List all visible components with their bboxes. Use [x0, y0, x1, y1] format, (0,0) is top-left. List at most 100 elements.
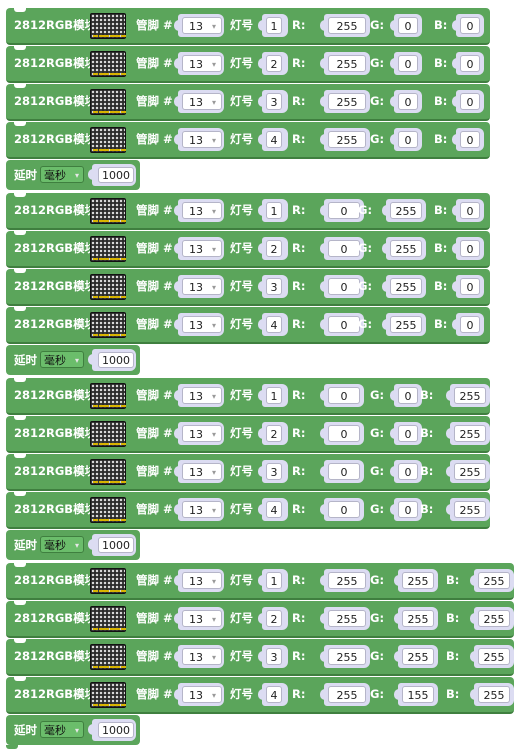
r-field[interactable]: 255	[328, 572, 366, 589]
r-field[interactable]: 0	[328, 202, 360, 219]
r-field[interactable]: 255	[328, 686, 366, 703]
g-field[interactable]: 0	[398, 425, 418, 442]
r-field[interactable]: 0	[328, 425, 360, 442]
rgb-module-block[interactable]: 2812RGB模块 管脚 # 13 ▾ 灯号 4 R: 255 G: 0 B: 0	[6, 122, 490, 159]
g-field[interactable]: 0	[398, 463, 418, 480]
rgb-module-block[interactable]: 2812RGB模块 管脚 #13 ▾ 灯号 2 R: 0 G: 0 B: 255	[6, 416, 490, 453]
b-field[interactable]: 255	[454, 387, 486, 404]
lamp-field[interactable]: 2	[266, 55, 282, 72]
r-field[interactable]: 0	[328, 316, 360, 333]
pin-dropdown[interactable]: 13 ▾	[182, 648, 222, 665]
b-field[interactable]: 0	[460, 17, 480, 34]
rgb-module-block[interactable]: 2812RGB模块 管脚 # 13 ▾ 灯号 3 R: 255 G: 0 B: 0	[6, 84, 490, 121]
rgb-module-block[interactable]: 2812RGB模块 管脚 # 13 ▾ 灯号 4 R: 255 G: 155 B: 255	[6, 677, 514, 714]
delay-block[interactable]: 延时 毫秒 ▾ 1000	[6, 530, 140, 560]
pin-dropdown[interactable]: 13 ▾	[182, 240, 222, 257]
pin-dropdown[interactable]: 13 ▾	[182, 387, 222, 404]
pin-dropdown[interactable]: 13 ▾	[182, 17, 222, 34]
g-field[interactable]: 155	[402, 686, 434, 703]
b-field[interactable]: 0	[460, 55, 480, 72]
r-field[interactable]: 0	[328, 387, 360, 404]
g-field[interactable]: 255	[402, 648, 434, 665]
r-field[interactable]: 255	[328, 93, 366, 110]
b-field[interactable]: 0	[460, 131, 480, 148]
delay-block[interactable]: 延时 毫秒 ▾ 1000	[6, 345, 140, 375]
rgb-module-block[interactable]: 2812RGB模块 管脚 # 13 ▾ 灯号 1 R: 255 G: 255 B: 255	[6, 563, 514, 600]
g-field[interactable]: 255	[390, 278, 422, 295]
lamp-field[interactable]: 1	[266, 387, 282, 404]
rgb-module-block[interactable]: 2812RGB模块 管脚 # 13 ▾ 灯号 2 R: 255 G: 0 B: 0	[6, 46, 490, 83]
b-field[interactable]: 255	[478, 610, 510, 627]
pin-dropdown[interactable]: 13 ▾	[182, 425, 222, 442]
pin-dropdown[interactable]: 13 ▾	[182, 610, 222, 627]
lamp-field[interactable]: 1	[266, 17, 282, 34]
rgb-module-block[interactable]: 2812RGB模块 管脚 #13 ▾ 灯号 3 R: 0 G: 255 B: 0	[6, 269, 490, 306]
lamp-field[interactable]: 2	[266, 425, 282, 442]
lamp-field[interactable]: 3	[266, 648, 282, 665]
rgb-module-block[interactable]: 2812RGB模块 管脚 #13 ▾ 灯号 2 R: 0 G: 255 B: 0	[6, 231, 490, 268]
pin-dropdown[interactable]: 13 ▾	[182, 463, 222, 480]
b-field[interactable]: 0	[460, 240, 480, 257]
b-field[interactable]: 0	[460, 93, 480, 110]
rgb-module-block[interactable]: 2812RGB模块 管脚 #13 ▾ 灯号 1 R: 0 G: 255 B: 0	[6, 193, 490, 230]
rgb-module-block[interactable]: 2812RGB模块 管脚 #13 ▾ 灯号 4 R: 0 G: 0 B: 255	[6, 492, 490, 529]
lamp-field[interactable]: 3	[266, 278, 282, 295]
lamp-field[interactable]: 2	[266, 610, 282, 627]
pin-dropdown[interactable]: 13 ▾	[182, 93, 222, 110]
g-field[interactable]: 0	[398, 17, 418, 34]
delay-field[interactable]: 1000	[98, 167, 134, 183]
delay-block[interactable]: 延时 毫秒 ▾ 1000	[6, 160, 140, 190]
rgb-module-block[interactable]: 2812RGB模块 管脚 #13 ▾ 灯号 1 R: 0 G: 0 B: 255	[6, 378, 490, 415]
lamp-field[interactable]: 4	[266, 686, 282, 703]
g-field[interactable]: 255	[390, 240, 422, 257]
lamp-field[interactable]: 1	[266, 202, 282, 219]
delay-unit-dropdown[interactable]: 毫秒 ▾	[40, 351, 84, 368]
g-field[interactable]: 0	[398, 387, 418, 404]
delay-unit-dropdown[interactable]: 毫秒 ▾	[40, 166, 84, 183]
delay-field[interactable]: 1000	[98, 722, 134, 738]
pin-dropdown[interactable]: 13 ▾	[182, 202, 222, 219]
rgb-module-block[interactable]: 2812RGB模块 管脚 # 13 ▾ 灯号 2 R: 255 G: 255 B: 255	[6, 601, 514, 638]
lamp-field[interactable]: 2	[266, 240, 282, 257]
b-field[interactable]: 255	[478, 686, 510, 703]
g-field[interactable]: 255	[390, 316, 422, 333]
delay-unit-dropdown[interactable]: 毫秒 ▾	[40, 721, 84, 738]
pin-dropdown[interactable]: 13 ▾	[182, 501, 222, 518]
rgb-module-block[interactable]: 2812RGB模块 管脚 #13 ▾ 灯号 4 R: 0 G: 255 B: 0	[6, 307, 490, 344]
rgb-module-block[interactable]: 2812RGB模块 管脚 # 13 ▾ 灯号 1 R: 255 G: 0 B: 0	[6, 8, 490, 45]
g-field[interactable]: 0	[398, 501, 418, 518]
pin-dropdown[interactable]: 13 ▾	[182, 278, 222, 295]
r-field[interactable]: 0	[328, 501, 360, 518]
b-field[interactable]: 255	[454, 463, 486, 480]
delay-unit-dropdown[interactable]: 毫秒 ▾	[40, 536, 84, 553]
r-field[interactable]: 255	[328, 17, 366, 34]
lamp-field[interactable]: 3	[266, 93, 282, 110]
g-field[interactable]: 255	[402, 610, 434, 627]
g-field[interactable]: 255	[402, 572, 434, 589]
b-field[interactable]: 0	[460, 316, 480, 333]
delay-field[interactable]: 1000	[98, 352, 134, 368]
pin-dropdown[interactable]: 13 ▾	[182, 131, 222, 148]
rgb-module-block[interactable]: 2812RGB模块 管脚 # 13 ▾ 灯号 3 R: 255 G: 255 B: 255	[6, 639, 514, 676]
lamp-field[interactable]: 3	[266, 463, 282, 480]
lamp-field[interactable]: 4	[266, 316, 282, 333]
g-field[interactable]: 0	[398, 131, 418, 148]
b-field[interactable]: 0	[460, 202, 480, 219]
r-field[interactable]: 0	[328, 240, 360, 257]
rgb-module-block[interactable]: 2812RGB模块 管脚 #13 ▾ 灯号 3 R: 0 G: 0 B: 255	[6, 454, 490, 491]
pin-dropdown[interactable]: 13 ▾	[182, 316, 222, 333]
pin-dropdown[interactable]: 13 ▾	[182, 572, 222, 589]
r-field[interactable]: 0	[328, 278, 360, 295]
b-field[interactable]: 255	[478, 648, 510, 665]
delay-block[interactable]: 延时 毫秒 ▾ 1000	[6, 715, 140, 745]
r-field[interactable]: 255	[328, 55, 366, 72]
b-field[interactable]: 255	[454, 425, 486, 442]
r-field[interactable]: 0	[328, 463, 360, 480]
delay-field[interactable]: 1000	[98, 537, 134, 553]
b-field[interactable]: 0	[460, 278, 480, 295]
lamp-field[interactable]: 4	[266, 501, 282, 518]
lamp-field[interactable]: 1	[266, 572, 282, 589]
b-field[interactable]: 255	[454, 501, 486, 518]
b-field[interactable]: 255	[478, 572, 510, 589]
pin-dropdown[interactable]: 13 ▾	[182, 686, 222, 703]
